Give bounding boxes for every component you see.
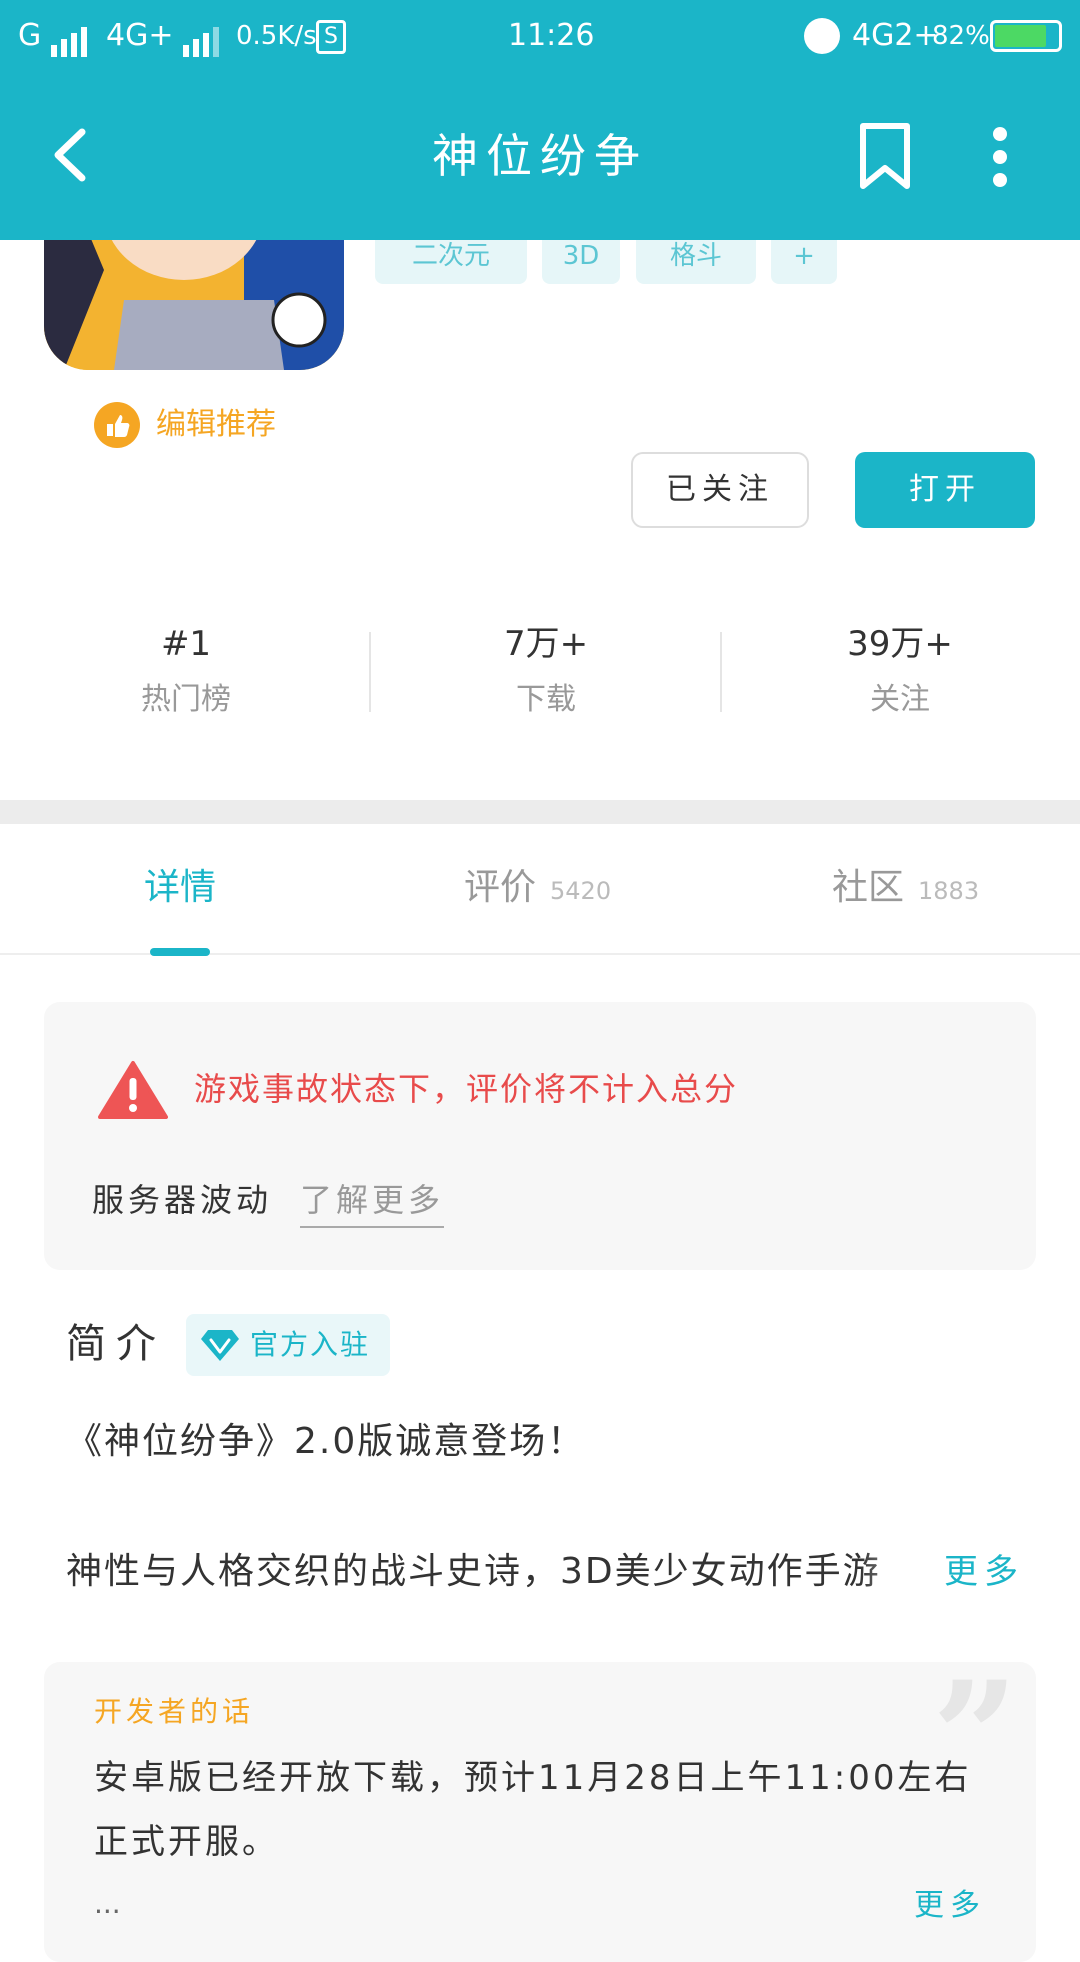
intro-text-line: 神性与人格交织的战斗史诗，3D美少女动作手游 bbox=[66, 1551, 881, 1592]
stat-divider bbox=[720, 632, 722, 712]
warning-icon bbox=[98, 1061, 168, 1119]
status-network: 4G+ bbox=[106, 16, 223, 57]
thumbs-up-icon bbox=[94, 402, 140, 448]
tab-label: 评价 bbox=[464, 867, 537, 908]
bookmark-icon[interactable] bbox=[855, 122, 915, 192]
stat-divider bbox=[369, 632, 371, 712]
learn-more-link[interactable]: 了解更多 bbox=[300, 1174, 445, 1228]
stat-value: 39万+ bbox=[847, 624, 953, 664]
stat-rank[interactable]: #1 热门榜 bbox=[36, 620, 336, 724]
tab-details[interactable]: 详情 bbox=[144, 860, 216, 916]
server-status-text: 服务器波动 bbox=[92, 1181, 273, 1219]
stat-caption: 热门榜 bbox=[141, 682, 231, 717]
tab-community[interactable]: 社区 1883 bbox=[832, 860, 979, 919]
stat-downloads: 7万+ 下载 bbox=[396, 620, 696, 724]
stat-value: 7万+ bbox=[503, 624, 589, 664]
stat-caption: 下载 bbox=[516, 682, 576, 717]
stat-caption: 关注 bbox=[870, 682, 930, 717]
text-fade bbox=[860, 1540, 940, 1604]
sim-s-icon: S bbox=[316, 20, 346, 54]
editor-recommend-label: 编辑推荐 bbox=[156, 407, 276, 442]
more-vertical-icon[interactable] bbox=[975, 122, 1025, 192]
diamond-icon bbox=[201, 1330, 239, 1361]
developer-more-link[interactable]: 更多 bbox=[914, 1884, 986, 1928]
notice-warning-text: 游戏事故状态下，评价将不计入总分 bbox=[194, 1070, 739, 1108]
intro-more-link[interactable]: 更多 bbox=[944, 1544, 1024, 1600]
developer-note-ellipsis: ... bbox=[94, 1887, 121, 1920]
tab-count: 1883 bbox=[918, 877, 980, 905]
page-title: 神位纷争 bbox=[432, 129, 648, 183]
official-badge-label: 官方入驻 bbox=[250, 1328, 371, 1361]
follow-button[interactable]: 已关注 bbox=[631, 452, 809, 528]
open-button[interactable]: 打开 bbox=[855, 452, 1035, 528]
status-time: 11:26 bbox=[508, 18, 595, 53]
alarm-icon bbox=[804, 18, 840, 54]
signal-icon-2 bbox=[183, 17, 223, 57]
app-header: G 4G+ 0.5K/s S 11:26 4G2+ 82% 神位纷争 bbox=[0, 0, 1080, 240]
incident-notice-card: 游戏事故状态下，评价将不计入总分 服务器波动 了解更多 bbox=[44, 1002, 1036, 1270]
status-speed: 0.5K/s bbox=[236, 21, 317, 51]
stat-followers: 39万+ 关注 bbox=[750, 620, 1050, 724]
status-network-2: 4G2+ bbox=[852, 18, 939, 53]
intro-title: 简介 bbox=[66, 1321, 166, 1367]
developer-note-text: 安卓版已经开放下载，预计11月28日上午11:00左右正式开服。 bbox=[94, 1758, 972, 1862]
developer-note-title: 开发者的话 bbox=[94, 1695, 255, 1728]
tab-label: 详情 bbox=[144, 867, 217, 908]
tab-reviews[interactable]: 评价 5420 bbox=[464, 860, 611, 919]
official-badge: 官方入驻 bbox=[186, 1314, 390, 1376]
status-carrier: G bbox=[18, 16, 91, 57]
developer-note-card: ” 开发者的话 安卓版已经开放下载，预计11月28日上午11:00左右正式开服。… bbox=[44, 1662, 1036, 1962]
tab-count: 5420 bbox=[550, 877, 612, 905]
intro-text-line: 《神位纷争》2.0版诚意登场！ bbox=[66, 1421, 586, 1462]
signal-icon bbox=[50, 17, 91, 57]
tab-active-indicator bbox=[150, 948, 210, 956]
section-divider bbox=[0, 800, 1080, 824]
tab-label: 社区 bbox=[832, 867, 905, 908]
battery-icon bbox=[990, 20, 1062, 52]
status-battery-text: 82% bbox=[932, 21, 990, 51]
stat-value: #1 bbox=[160, 624, 212, 664]
